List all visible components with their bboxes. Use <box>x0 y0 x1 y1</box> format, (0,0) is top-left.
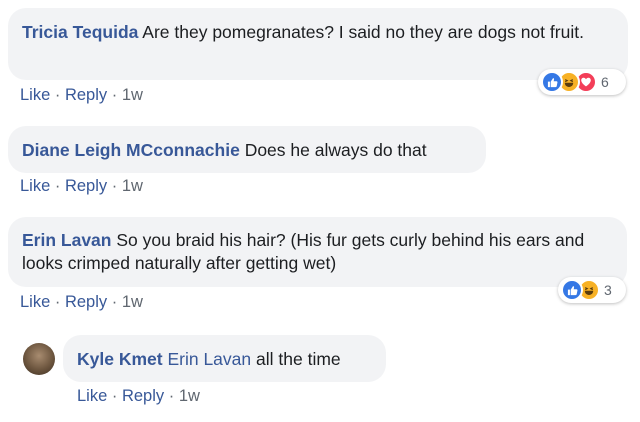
comment-actions: Like · Reply · 1w <box>20 293 143 312</box>
separator: · <box>54 177 61 195</box>
reaction-count: 3 <box>604 282 612 298</box>
like-link[interactable]: Like <box>20 86 50 104</box>
reply-link[interactable]: Reply <box>122 387 164 405</box>
reply-link[interactable]: Reply <box>65 293 107 311</box>
timestamp[interactable]: 1w <box>122 293 143 311</box>
comment-text: Does he always do that <box>244 140 427 160</box>
reactions-summary[interactable]: 6 <box>538 69 626 95</box>
separator: · <box>111 177 118 195</box>
separator: · <box>111 293 118 311</box>
comment-bubble: Diane Leigh MCconnachie Does he always d… <box>8 126 486 173</box>
comment-actions: Like · Reply · 1w <box>20 177 143 196</box>
comment-author[interactable]: Erin Lavan <box>22 230 111 250</box>
like-link[interactable]: Like <box>20 177 50 195</box>
comment-bubble: Erin Lavan So you braid his hair? (His f… <box>8 217 627 287</box>
comment-author[interactable]: Tricia Tequida <box>22 22 138 42</box>
separator: · <box>54 293 61 311</box>
reply-link[interactable]: Reply <box>65 177 107 195</box>
mention-link[interactable]: Erin Lavan <box>167 349 251 369</box>
like-link[interactable]: Like <box>20 293 50 311</box>
avatar[interactable] <box>23 343 55 375</box>
separator: · <box>168 387 175 405</box>
separator: · <box>111 86 118 104</box>
separator: · <box>54 86 61 104</box>
comment-text: Are they pomegranates? I said no they ar… <box>142 22 584 42</box>
like-icon <box>541 71 563 93</box>
reactions-summary[interactable]: 3 <box>558 277 626 303</box>
reply-author[interactable]: Kyle Kmet <box>77 349 163 369</box>
separator: · <box>111 387 118 405</box>
reaction-count: 6 <box>601 74 609 90</box>
reply-link[interactable]: Reply <box>65 86 107 104</box>
timestamp[interactable]: 1w <box>122 86 143 104</box>
reply-actions: Like · Reply · 1w <box>77 387 200 406</box>
like-link[interactable]: Like <box>77 387 107 405</box>
comment-actions: Like · Reply · 1w <box>20 86 143 105</box>
comment-bubble: Tricia Tequida Are they pomegranates? I … <box>8 8 628 80</box>
timestamp[interactable]: 1w <box>122 177 143 195</box>
like-icon <box>561 279 583 301</box>
reply-bubble: Kyle Kmet Erin Lavan all the time <box>63 335 386 382</box>
comment-author[interactable]: Diane Leigh MCconnachie <box>22 140 240 160</box>
timestamp[interactable]: 1w <box>179 387 200 405</box>
reply-text: all the time <box>256 349 341 369</box>
